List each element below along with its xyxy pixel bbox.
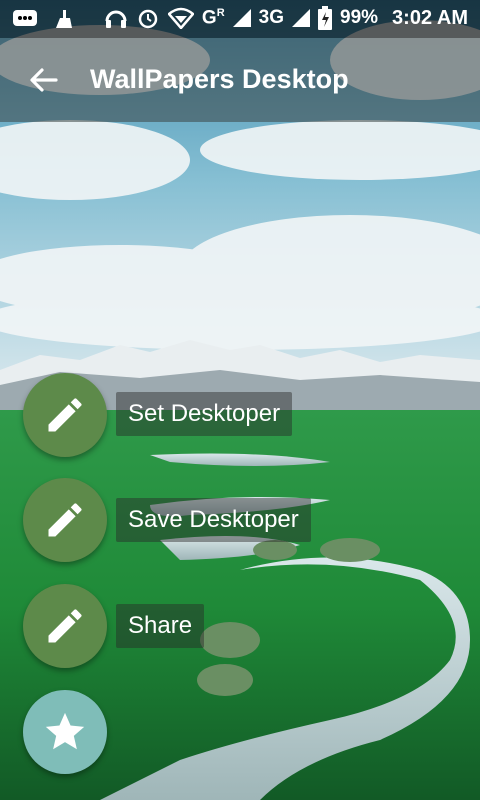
page-title: WallPapers Desktop xyxy=(90,64,349,94)
star-icon xyxy=(45,712,85,750)
set-desktoper-label[interactable]: Set Desktoper xyxy=(116,392,293,436)
pencil-icon xyxy=(48,398,82,432)
system-icons: GR 3G 99% 3:02 AM xyxy=(104,6,468,30)
arrow-back-icon xyxy=(30,68,58,92)
app-bar: WallPapers Desktop xyxy=(0,38,480,122)
main-fab[interactable] xyxy=(23,690,107,774)
alarm-icon xyxy=(138,9,158,29)
battery-icon xyxy=(318,6,333,30)
save-desktoper-fab[interactable] xyxy=(23,478,107,562)
clock: 3:02 AM xyxy=(392,6,468,29)
save-desktoper-label[interactable]: Save Desktoper xyxy=(116,498,311,542)
headphones-icon xyxy=(105,10,127,28)
pencil-icon xyxy=(48,609,82,643)
share-label[interactable]: Share xyxy=(116,604,205,648)
set-desktoper-fab[interactable] xyxy=(23,373,107,457)
notification-icons xyxy=(12,8,74,30)
network-sub: R xyxy=(216,6,225,19)
back-button[interactable] xyxy=(26,62,62,98)
wifi-icon xyxy=(167,7,194,29)
clean-icon xyxy=(56,10,72,28)
share-fab[interactable] xyxy=(23,584,107,668)
network-type: G xyxy=(201,7,217,29)
message-icon xyxy=(13,10,37,26)
pencil-icon xyxy=(48,503,82,537)
data-type: 3G xyxy=(258,7,285,28)
signal-icon xyxy=(292,9,311,27)
battery-percent: 99% xyxy=(340,7,379,28)
status-bar: GR 3G 99% 3:02 AM xyxy=(0,0,480,38)
signal-icon xyxy=(232,9,251,27)
